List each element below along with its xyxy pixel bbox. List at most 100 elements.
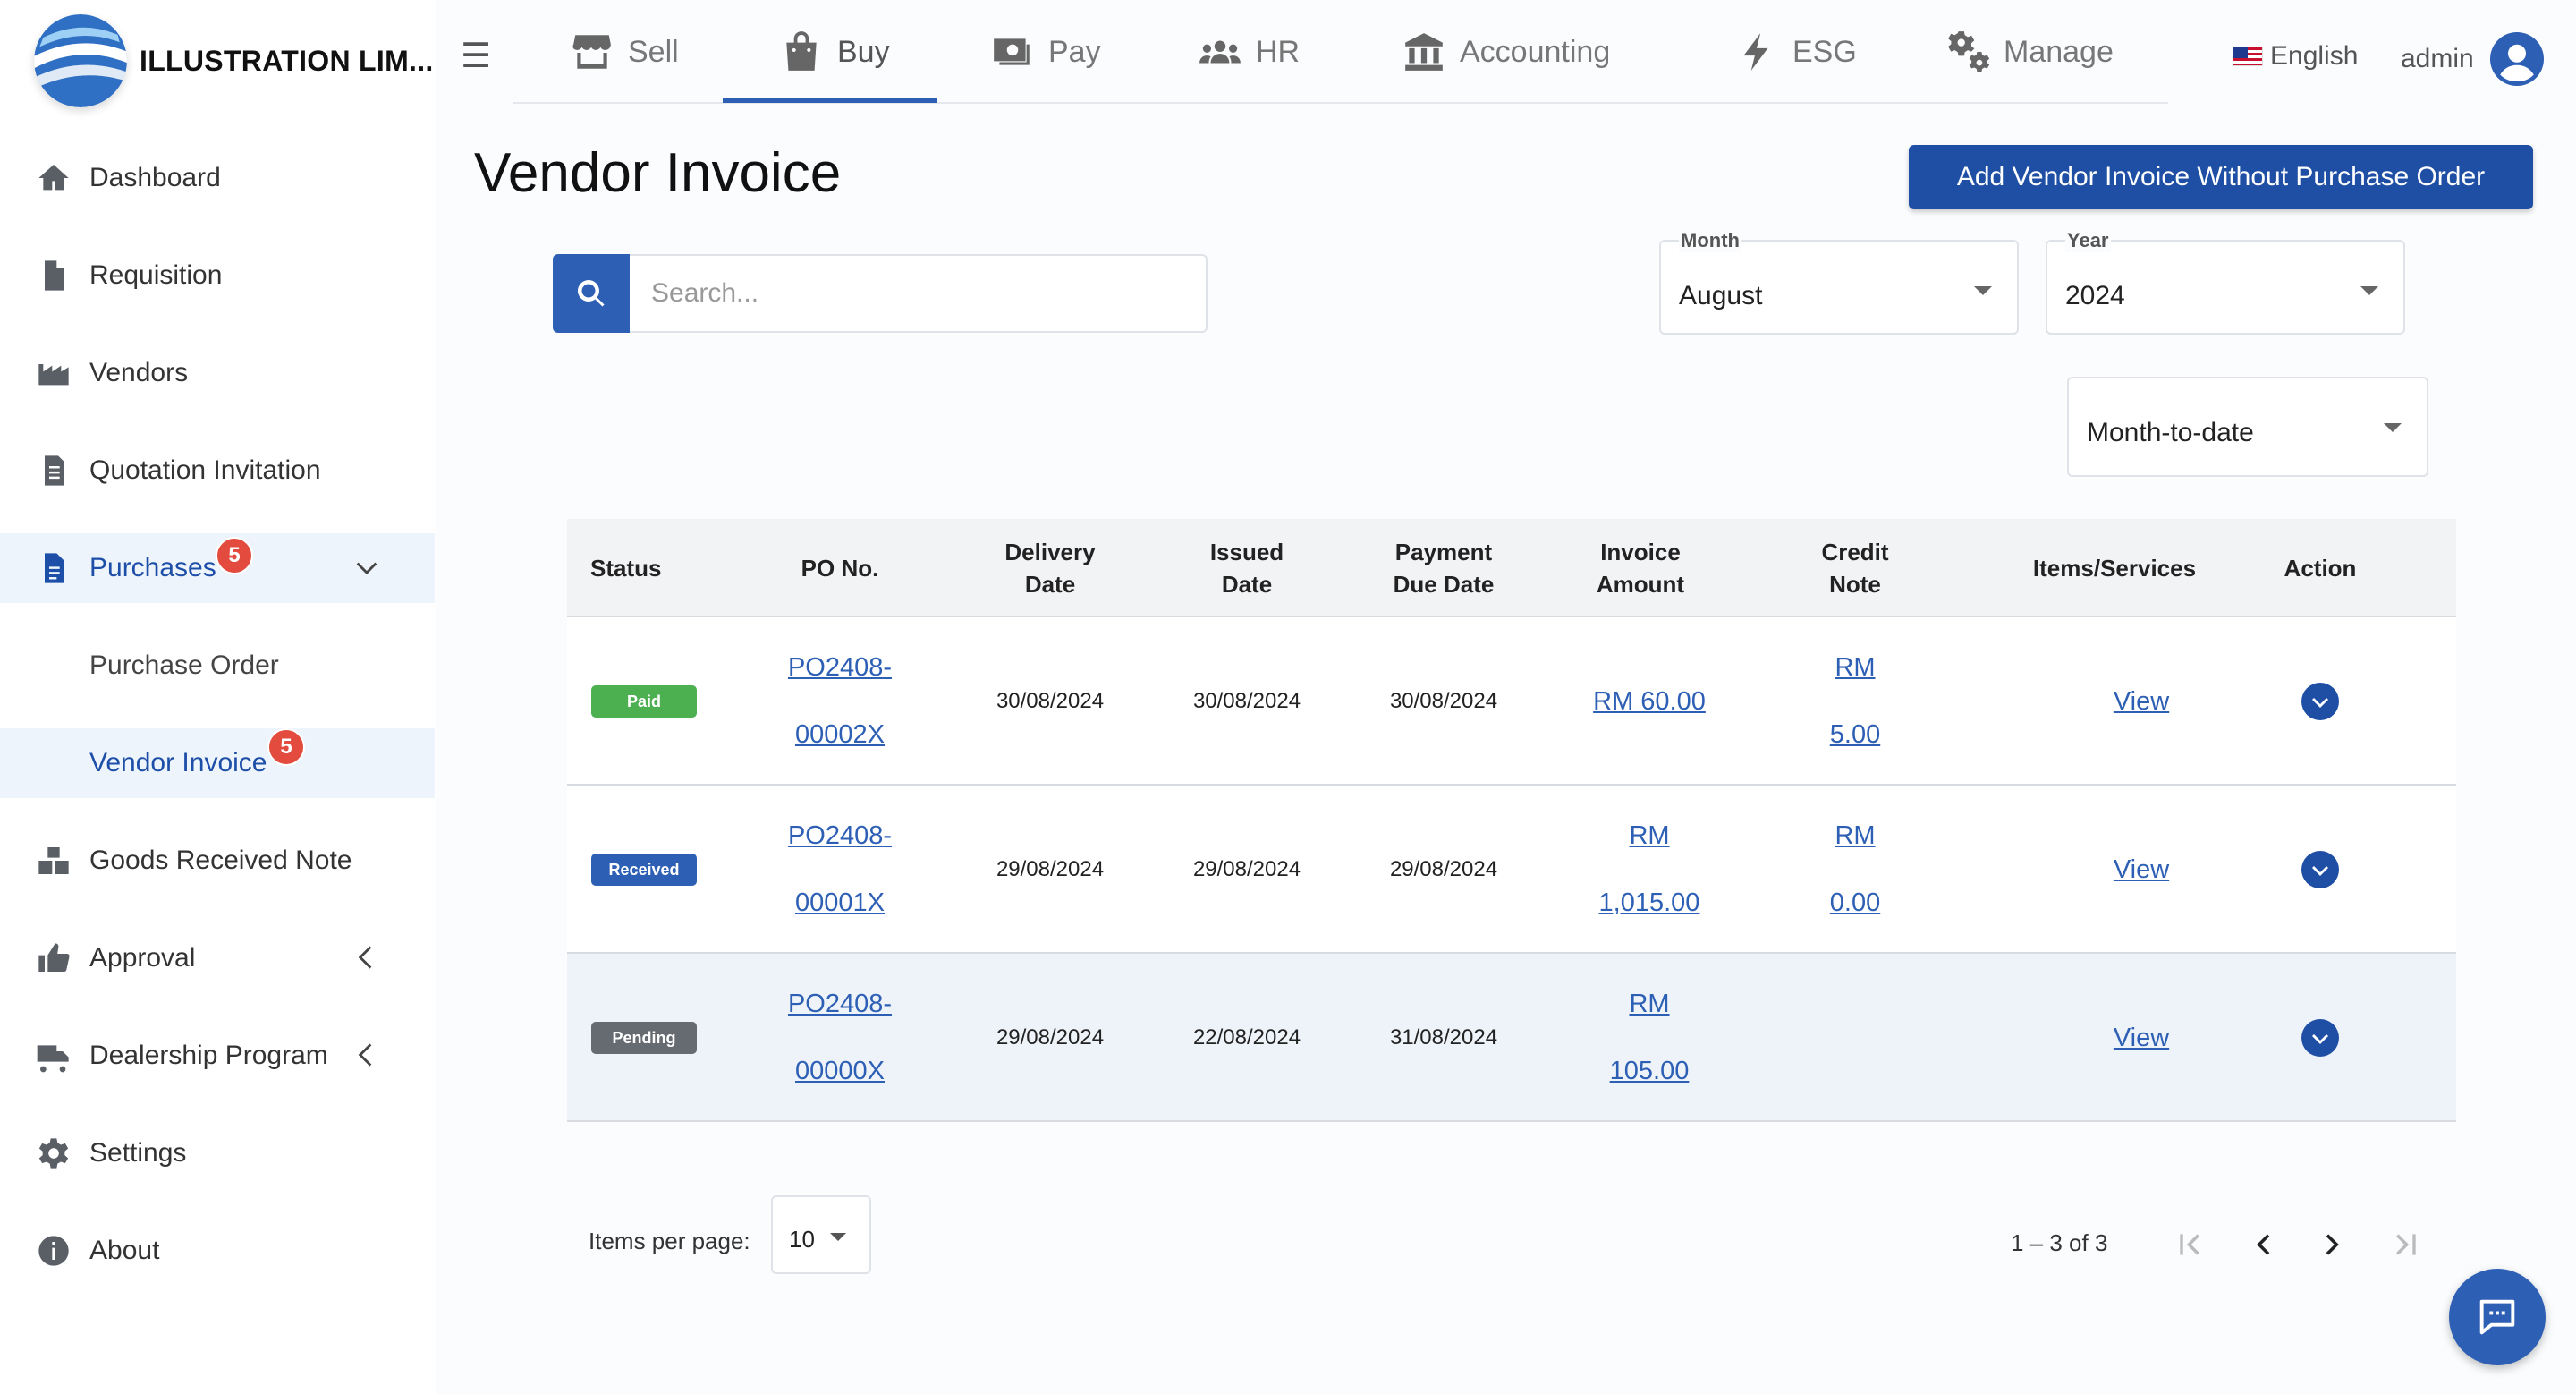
po-no-link[interactable]: PO2408- 00000X xyxy=(755,954,925,1122)
invoice-amount-link[interactable]: RM 105.00 xyxy=(1551,954,1748,1122)
view-items-link[interactable]: View xyxy=(2043,954,2240,1122)
chat-icon xyxy=(2479,1299,2515,1335)
po-no-line[interactable]: PO2408- xyxy=(788,634,892,701)
credit-note-link[interactable]: RM 0.00 xyxy=(1784,786,1927,954)
issued-date: 29/08/2024 xyxy=(1192,857,1301,881)
dropdown-arrow-icon xyxy=(2384,423,2402,432)
tab-esg[interactable]: ESG xyxy=(1733,0,1857,104)
header-line: Invoice xyxy=(1600,539,1681,565)
po-no-line[interactable]: PO2408- xyxy=(788,803,892,870)
year-select[interactable]: Year 2024 xyxy=(2046,229,2405,335)
sidebar-item-requisition[interactable]: Requisition xyxy=(0,241,435,310)
header-issued-date[interactable]: Issued Date xyxy=(1166,519,1327,617)
delivery-date: 29/08/2024 xyxy=(996,857,1105,881)
chevron-left-icon[interactable] xyxy=(352,943,381,972)
credit-note-line[interactable]: RM xyxy=(1835,803,1875,870)
invoice-amount[interactable]: RM 60.00 xyxy=(1593,668,1706,735)
gear-icon xyxy=(34,1134,73,1173)
last-page-button[interactable] xyxy=(2383,1222,2428,1267)
header-invoice-amount[interactable]: Invoice Amount xyxy=(1560,519,1721,617)
period-value: Month-to-date xyxy=(2087,418,2254,447)
payment-due-date: 30/08/2024 xyxy=(1389,689,1498,713)
credit-note-line[interactable]: RM xyxy=(1835,634,1875,701)
sidebar-item-approval[interactable]: Approval xyxy=(0,923,435,993)
sidebar-item-label: Dashboard xyxy=(89,163,221,192)
next-page-button[interactable] xyxy=(2311,1222,2356,1267)
month-select[interactable]: Month August xyxy=(1659,229,2019,335)
view-items-link[interactable]: View xyxy=(2043,786,2240,954)
chevron-left-icon xyxy=(2257,1234,2270,1255)
po-no-line[interactable]: PO2408- xyxy=(788,971,892,1038)
sidebar-item-vendors[interactable]: Vendors xyxy=(0,338,435,408)
sidebar-item-purchase-order[interactable]: Purchase Order xyxy=(0,631,435,701)
tab-accounting[interactable]: Accounting xyxy=(1401,0,1610,104)
sidebar-item-about[interactable]: About xyxy=(0,1216,435,1286)
chat-button[interactable] xyxy=(2449,1269,2546,1365)
first-page-button[interactable] xyxy=(2168,1222,2213,1267)
chevron-down-icon[interactable] xyxy=(352,553,381,582)
header-action: Action xyxy=(2284,555,2357,582)
row-action-button[interactable] xyxy=(2301,851,2339,888)
brand[interactable]: ILLUSTRATION LIM... xyxy=(34,14,434,107)
po-no-link[interactable]: PO2408- 00001X xyxy=(755,786,925,954)
header-status[interactable]: Status xyxy=(567,519,689,617)
dropdown-arrow-icon xyxy=(2360,286,2378,295)
factory-icon xyxy=(34,353,73,393)
sidebar-item-purchases[interactable]: Purchases 5 xyxy=(0,533,435,603)
search-bar xyxy=(553,254,1208,333)
chevron-left-icon[interactable] xyxy=(352,1041,381,1069)
table-row: Received PO2408- 00001X 29/08/2024 29/08… xyxy=(567,786,2456,954)
tab-pay[interactable]: Pay xyxy=(989,0,1101,104)
action-cell xyxy=(2284,954,2356,1122)
language-selector[interactable]: English xyxy=(2233,41,2358,72)
view-items-link[interactable]: View xyxy=(2043,617,2240,786)
status-badge: Pending xyxy=(591,1022,697,1054)
tab-sell[interactable]: Sell xyxy=(569,0,679,104)
sidebar-item-quotation-invitation[interactable]: Quotation Invitation xyxy=(0,436,435,506)
sidebar-item-goods-received-note[interactable]: Goods Received Note xyxy=(0,826,435,896)
search-button[interactable] xyxy=(553,254,630,333)
header-payment-due-date[interactable]: Payment Due Date xyxy=(1354,519,1533,617)
sidebar-item-vendor-invoice[interactable]: Vendor Invoice 5 xyxy=(0,728,435,798)
issued-date: 22/08/2024 xyxy=(1192,1025,1301,1050)
sidebar-item-label: Purchase Order xyxy=(89,650,279,680)
items-per-page-select[interactable]: 10 xyxy=(771,1195,871,1274)
credit-note-link[interactable]: RM 5.00 xyxy=(1784,617,1927,786)
menu-toggle-icon[interactable]: ☰ xyxy=(461,39,491,73)
previous-page-button[interactable] xyxy=(2240,1222,2284,1267)
view-link[interactable]: View xyxy=(2114,668,2169,735)
invoice-amount-line[interactable]: 105.00 xyxy=(1610,1038,1690,1105)
po-no-link[interactable]: PO2408- 00002X xyxy=(755,617,925,786)
po-no-line[interactable]: 00002X xyxy=(795,701,885,769)
invoice-amount-link[interactable]: RM 60.00 xyxy=(1551,617,1748,786)
po-no-line[interactable]: 00000X xyxy=(795,1038,885,1105)
view-link[interactable]: View xyxy=(2114,837,2169,904)
header-line: Credit xyxy=(1821,539,1889,565)
po-no-line[interactable]: 00001X xyxy=(795,870,885,937)
delivery-date: 29/08/2024 xyxy=(996,1025,1105,1050)
row-action-button[interactable] xyxy=(2301,683,2339,720)
invoice-amount-line[interactable]: RM xyxy=(1629,803,1669,870)
tab-hr[interactable]: HR xyxy=(1197,0,1300,104)
user-menu[interactable]: admin xyxy=(2401,32,2544,86)
search-input[interactable] xyxy=(630,254,1208,333)
tab-buy[interactable]: Buy xyxy=(778,0,890,104)
tab-manage[interactable]: Manage xyxy=(1945,0,2114,104)
sidebar-item-dashboard[interactable]: Dashboard xyxy=(0,143,435,213)
period-select[interactable]: Month-to-date xyxy=(2067,377,2428,477)
header-delivery-date[interactable]: Delivery Date xyxy=(970,519,1131,617)
sidebar-item-dealership-program[interactable]: Dealership Program xyxy=(0,1021,435,1091)
credit-note-line[interactable]: 0.00 xyxy=(1830,870,1880,937)
header-po-no[interactable]: PO No. xyxy=(755,519,925,617)
add-vendor-invoice-button[interactable]: Add Vendor Invoice Without Purchase Orde… xyxy=(1909,145,2533,209)
invoice-amount-link[interactable]: RM 1,015.00 xyxy=(1551,786,1748,954)
invoice-amount-line[interactable]: RM xyxy=(1629,971,1669,1038)
row-action-button[interactable] xyxy=(2301,1019,2339,1057)
invoice-amount-line[interactable]: 1,015.00 xyxy=(1599,870,1700,937)
header-credit-note[interactable]: Credit Note xyxy=(1784,519,1927,617)
view-link[interactable]: View xyxy=(2114,1005,2169,1072)
sidebar-item-settings[interactable]: Settings xyxy=(0,1118,435,1188)
sidebar-item-label: Goods Received Note xyxy=(89,846,352,875)
credit-note-line[interactable]: 5.00 xyxy=(1830,701,1880,769)
header-line: Delivery xyxy=(1004,539,1096,565)
